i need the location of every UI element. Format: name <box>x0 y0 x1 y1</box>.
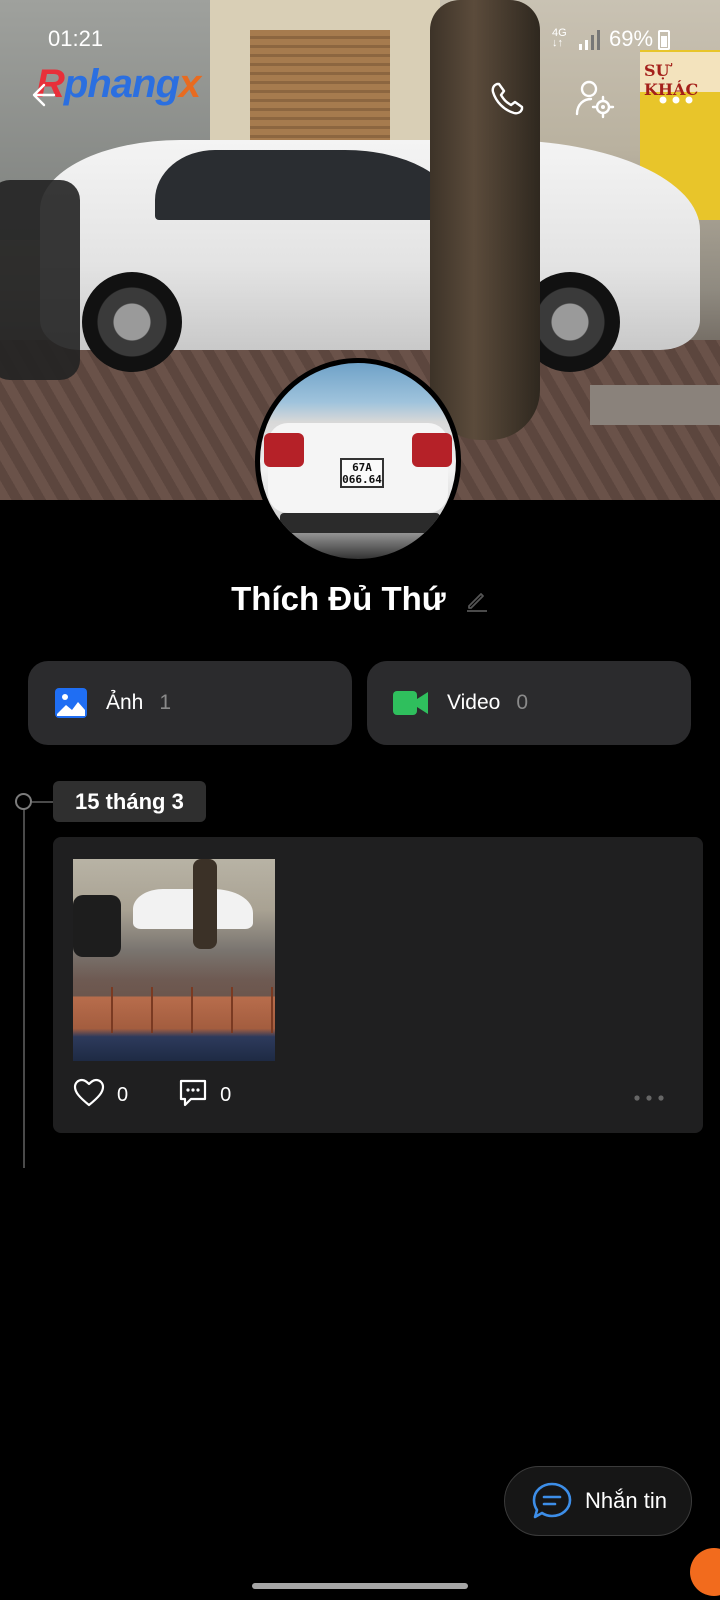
timeline-dot <box>15 793 32 810</box>
more-horizontal-icon <box>659 96 693 104</box>
cover-curb <box>590 385 720 425</box>
video-count: 0 <box>516 691 529 714</box>
comment-button[interactable] <box>178 1078 208 1113</box>
plate-line2: 066.64 <box>342 473 382 486</box>
post-photo-tree <box>193 859 217 949</box>
post-more-button[interactable] <box>633 1089 665 1107</box>
watermark-part3: x <box>178 62 201 106</box>
more-horizontal-icon <box>634 1095 664 1101</box>
pencil-icon <box>466 593 487 613</box>
profile-name-row: Thích Đủ Thứ <box>0 580 720 620</box>
timeline-line <box>23 806 25 1168</box>
video-label: Video <box>447 691 501 714</box>
avatar-tail-lamp-right <box>412 433 452 467</box>
edit-name-button[interactable] <box>465 582 489 620</box>
message-button[interactable]: Nhắn tin <box>504 1466 692 1536</box>
avatar-license-plate: 67A 066.64 <box>340 458 384 488</box>
status-time: 01:21 <box>48 26 104 51</box>
floating-bubble[interactable] <box>690 1548 720 1596</box>
photos-label: Ảnh <box>106 691 144 714</box>
avatar-bumper <box>280 513 440 533</box>
photos-tab[interactable]: Ảnh 1 <box>28 661 352 745</box>
home-indicator[interactable] <box>252 1583 468 1589</box>
video-tab[interactable]: Video 0 <box>367 661 691 745</box>
cover-shop-sign: SỰ KHÁC <box>640 52 720 99</box>
watermark-logo: Rphangx <box>36 62 201 107</box>
chat-bubble-icon <box>532 1482 572 1519</box>
avatar[interactable]: 67A 066.64 <box>255 358 461 564</box>
user-settings-icon <box>575 80 615 119</box>
message-button-label: Nhắn tin <box>585 1488 667 1513</box>
network-label: 4G <box>552 27 567 39</box>
battery-icon <box>658 30 670 50</box>
video-camera-icon <box>393 691 428 715</box>
avatar-tail-lamp-left <box>264 433 304 467</box>
back-arrow-icon <box>32 83 56 107</box>
heart-icon <box>73 1078 105 1106</box>
post-actions: 0 0 <box>73 1077 683 1113</box>
post-photo[interactable] <box>73 859 275 1061</box>
like-button[interactable] <box>73 1078 105 1113</box>
cover-wheel-front <box>82 272 182 372</box>
network-type: 4G ↓↑ <box>552 27 567 49</box>
post-photo-motorbike <box>73 895 121 957</box>
status-bar: 01:21 4G ↓↑ 69% <box>0 22 720 58</box>
timeline-connector <box>32 801 54 803</box>
phone-icon <box>491 82 524 115</box>
signal-icon <box>579 30 600 50</box>
back-button[interactable] <box>30 82 56 113</box>
battery-percent: 69% <box>609 26 654 51</box>
post-photo-tiles <box>73 987 275 1033</box>
profile-settings-button[interactable] <box>574 78 616 125</box>
like-count: 0 <box>117 1083 129 1106</box>
cover-tree <box>430 0 540 440</box>
image-icon <box>55 688 87 718</box>
photos-count: 1 <box>159 691 172 714</box>
more-options-button[interactable] <box>658 92 694 110</box>
comment-icon <box>180 1079 207 1106</box>
call-button[interactable] <box>488 80 526 123</box>
post-card: 0 0 <box>53 837 703 1133</box>
profile-name: Thích Đủ Thứ <box>231 580 446 617</box>
date-chip: 15 tháng 3 <box>53 781 206 822</box>
watermark-part2: phang <box>63 62 180 106</box>
comment-count: 0 <box>220 1083 232 1106</box>
cover-motorbike <box>0 180 80 380</box>
